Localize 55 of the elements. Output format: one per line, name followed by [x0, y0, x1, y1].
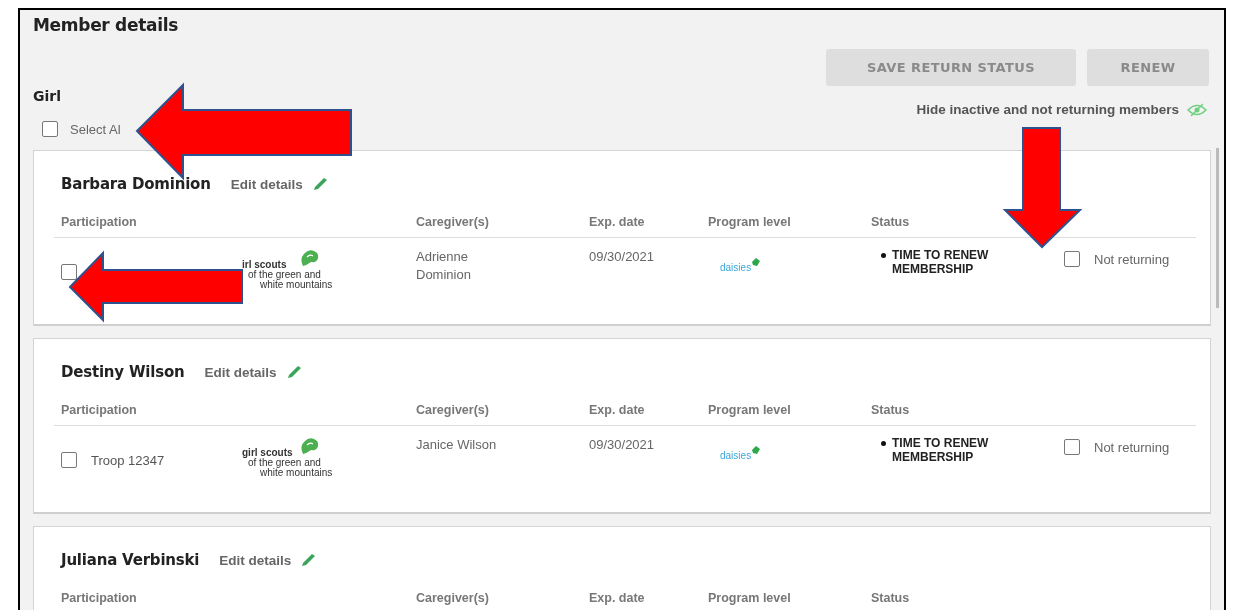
logo-text: white mountains — [259, 468, 334, 478]
not-returning-label: Not returning — [1094, 251, 1170, 267]
status-bullet — [881, 441, 886, 446]
status-bullet — [881, 253, 886, 258]
exp-date-cell-text: 09/30/2021 — [589, 436, 656, 454]
page-title: Member details — [33, 15, 180, 35]
not-returning-checkbox[interactable] — [1064, 439, 1080, 455]
column-header: Status — [871, 591, 911, 605]
caregiver-cell-text: Janice Wilson — [416, 436, 498, 454]
not-returning-label: Not returning — [1094, 439, 1170, 455]
member-name: Barbara Dominion — [61, 175, 211, 193]
logo-text: girl scouts — [242, 448, 294, 458]
exp-date-cell-text: 09/30/2021 — [589, 248, 656, 266]
troop-label: Troop 12347 — [91, 452, 165, 468]
troop-checkbox[interactable] — [61, 264, 77, 280]
status-text: TIME TO RENEW MEMBERSHIP — [892, 436, 990, 465]
column-header: Exp. date — [589, 591, 646, 605]
column-header: Program level — [708, 215, 792, 229]
pencil-icon[interactable] — [300, 553, 317, 567]
logo-text: of the green and — [247, 270, 321, 280]
column-header: Caregiver(s) — [416, 591, 490, 605]
select-all-label: Select Al — [70, 121, 121, 137]
column-header: Participation — [61, 215, 138, 229]
hide-members-link[interactable]: Hide inactive and not returning members — [916, 102, 1179, 117]
member-name: Destiny Wilson — [61, 363, 185, 381]
column-header: Exp. date — [589, 403, 646, 417]
member-name: Juliana Verbinski — [61, 551, 200, 569]
logo-text: irl scouts — [242, 260, 288, 270]
column-header: Exp. date — [589, 215, 646, 229]
pencil-icon[interactable] — [311, 177, 328, 191]
column-header: Participation — [61, 591, 138, 605]
column-header: Participation — [61, 403, 138, 417]
column-header: Status — [871, 215, 911, 229]
caregiver-cell-text: Adrienne Dominion — [416, 248, 472, 284]
pencil-icon[interactable] — [285, 365, 302, 379]
select-all-checkbox[interactable] — [42, 121, 58, 137]
scrollbar-thumb[interactable] — [1216, 148, 1219, 308]
logo-text: white mountains — [259, 280, 334, 290]
leaf-icon — [751, 446, 762, 454]
column-header: Program level — [708, 403, 792, 417]
program-logo-text: daisies — [720, 450, 752, 461]
edit-details-link[interactable]: Edit details — [230, 176, 303, 192]
edit-details-link[interactable]: Edit details — [204, 364, 277, 380]
not-returning-checkbox[interactable] — [1064, 251, 1080, 267]
column-header: Caregiver(s) — [416, 215, 490, 229]
column-header: Program level — [708, 591, 792, 605]
troop-checkbox[interactable] — [61, 452, 77, 468]
column-header: Status — [871, 403, 911, 417]
leaf-icon — [751, 258, 762, 266]
edit-details-link[interactable]: Edit details — [219, 552, 292, 568]
status-text: TIME TO RENEW MEMBERSHIP — [892, 248, 990, 277]
program-logo-text: daisies — [720, 262, 752, 273]
logo-text: of the green and — [248, 458, 321, 468]
column-header: Caregiver(s) — [416, 403, 490, 417]
section-title: Girl — [33, 88, 62, 104]
